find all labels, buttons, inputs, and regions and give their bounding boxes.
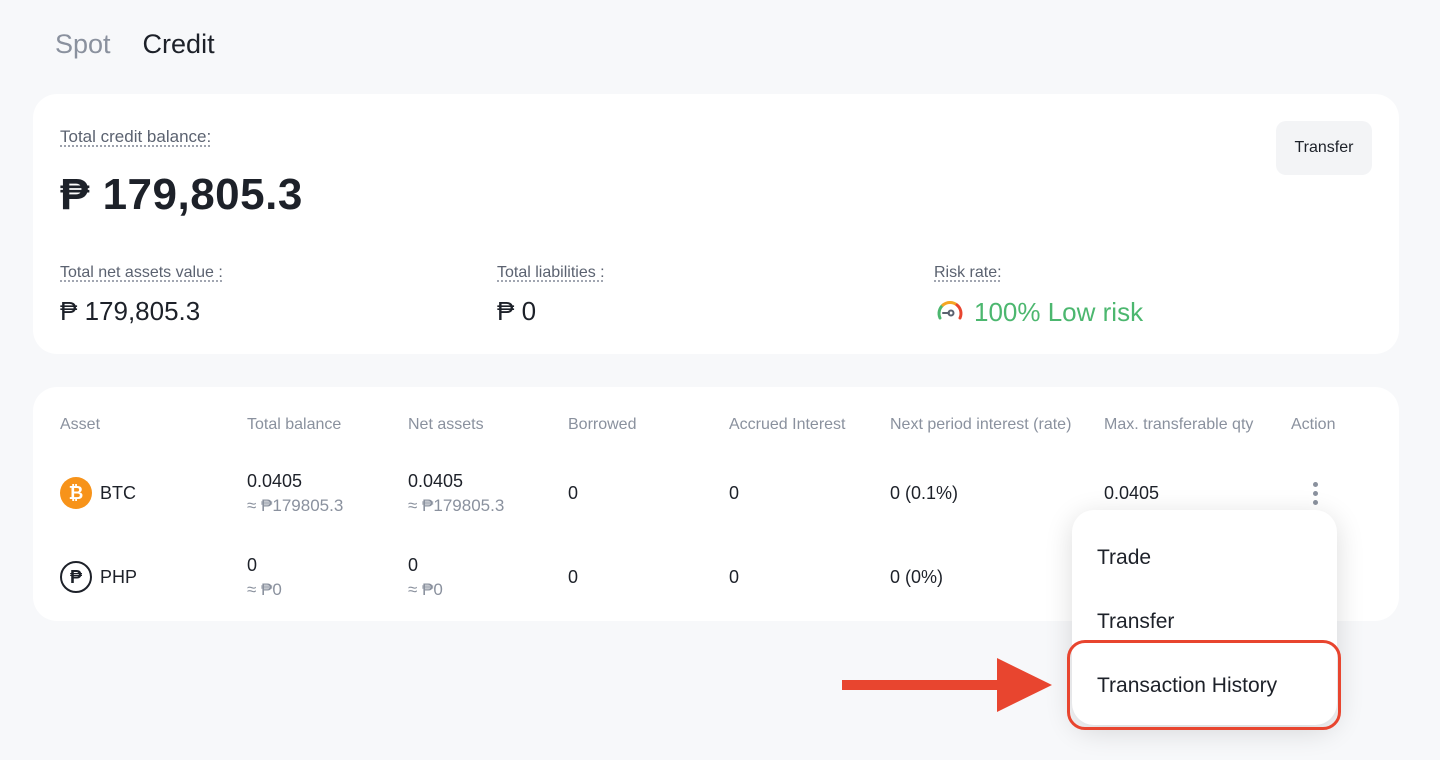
tab-credit[interactable]: Credit [143, 26, 215, 62]
bitcoin-icon: ₿ [60, 477, 92, 509]
asset-cell: ₱ PHP [60, 547, 137, 607]
net-assets-fiat: ≈ ₱0 [408, 579, 443, 599]
next-interest-cell: 0 (0.1%) [890, 482, 959, 503]
asset-symbol: BTC [100, 482, 136, 503]
borrowed-cell: 0 [568, 566, 579, 587]
header-next-period-interest: Next period interest (rate) [890, 416, 1072, 433]
liabilities-label[interactable]: Total liabilities : [497, 264, 605, 282]
credit-summary-card: Total credit balance: ₱ 179,805.3 Transf… [33, 94, 1399, 354]
header-accrued-interest: Accrued Interest [729, 416, 846, 433]
total-credit-balance-value: ₱ 179,805.3 [60, 170, 303, 219]
tab-spot[interactable]: Spot [55, 26, 111, 62]
risk-rate-row: 100% Low risk [934, 296, 1143, 328]
net-assets-value: ₱ 179,805.3 [60, 296, 201, 326]
total-balance-value: 0.0405 [247, 470, 303, 491]
asset-symbol: PHP [100, 566, 138, 587]
accrued-interest-cell: 0 [729, 482, 740, 503]
liabilities-value: ₱ 0 [497, 296, 537, 326]
net-assets-value: 0.0405 [408, 470, 464, 491]
account-tabs: Spot Credit [55, 26, 215, 62]
asset-cell: ₿ BTC [60, 463, 136, 523]
total-balance-fiat: ≈ ₱0 [247, 579, 282, 599]
risk-rate-label[interactable]: Risk rate: [934, 264, 1002, 282]
total-balance-fiat: ≈ ₱179805.3 [247, 495, 344, 515]
net-assets-metric: Total net assets value : ₱ 179,805.3 [60, 264, 223, 327]
action-menu: Trade Transfer Transaction History [1072, 510, 1337, 725]
net-assets-fiat: ≈ ₱179805.3 [408, 495, 505, 515]
total-balance-cell: 0 ≈ ₱0 [247, 547, 282, 607]
pointer-arrow-icon [842, 658, 1052, 712]
menu-item-transaction-history[interactable]: Transaction History [1097, 674, 1277, 698]
net-assets-cell: 0.0405 ≈ ₱179805.3 [408, 463, 504, 523]
net-assets-label[interactable]: Total net assets value : [60, 264, 223, 282]
header-asset: Asset [60, 416, 101, 433]
risk-rate-metric: Risk rate: 100% Low risk [934, 264, 1143, 328]
header-max-transferable: Max. transferable qty [1104, 416, 1254, 433]
borrowed-cell: 0 [568, 482, 579, 503]
liabilities-metric: Total liabilities : ₱ 0 [497, 264, 605, 327]
risk-rate-value: 100% Low risk [974, 296, 1144, 327]
net-assets-cell: 0 ≈ ₱0 [408, 547, 443, 607]
total-credit-balance-label[interactable]: Total credit balance: [60, 127, 211, 147]
header-total-balance: Total balance [247, 416, 342, 433]
accrued-interest-cell: 0 [729, 566, 740, 587]
header-net-assets: Net assets [408, 416, 484, 433]
menu-item-trade[interactable]: Trade [1097, 546, 1151, 570]
risk-gauge-icon [937, 300, 963, 320]
next-interest-cell: 0 (0%) [890, 566, 944, 587]
header-borrowed: Borrowed [568, 416, 637, 433]
menu-item-transfer[interactable]: Transfer [1097, 610, 1174, 634]
total-balance-value: 0 [247, 554, 258, 575]
transfer-button[interactable]: Transfer [1276, 121, 1372, 175]
net-assets-value: 0 [408, 554, 419, 575]
peso-icon: ₱ [60, 561, 92, 593]
header-action: Action [1291, 416, 1336, 433]
more-actions-icon[interactable] [1303, 481, 1327, 505]
total-balance-cell: 0.0405 ≈ ₱179805.3 [247, 463, 343, 523]
